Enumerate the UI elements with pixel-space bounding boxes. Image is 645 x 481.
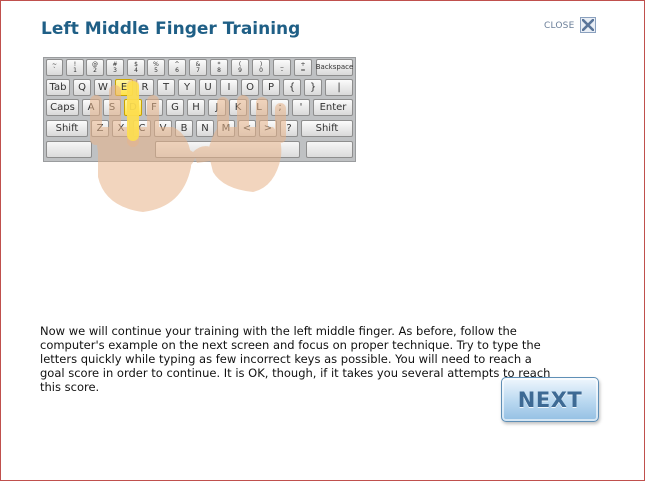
key-o: O (241, 79, 259, 96)
key-m: M (217, 120, 235, 137)
key-r: R (136, 79, 154, 96)
key-minus: _ - (273, 59, 291, 76)
key-1: ! 1 (66, 59, 84, 76)
key-slash: ? (280, 120, 298, 137)
key-d-highlighted: D (124, 99, 142, 116)
key-right-brace: } (304, 79, 322, 96)
close-button[interactable]: CLOSE (544, 17, 597, 33)
key-comma: < (238, 120, 256, 137)
page-title: Left Middle Finger Training (41, 19, 301, 39)
key-enter: Enter (313, 99, 353, 116)
close-icon[interactable] (580, 17, 597, 33)
key-n: N (196, 120, 214, 137)
key-backtick: ~ ` (46, 59, 63, 76)
key-k: K (229, 99, 247, 116)
key-j: J (208, 99, 226, 116)
key-shift-right: Shift (301, 120, 353, 137)
key-shift-left: Shift (46, 120, 88, 137)
key-s: S (103, 99, 121, 116)
key-8: * 8 (210, 59, 228, 76)
key-g: G (166, 99, 184, 116)
key-5: % 5 (147, 59, 165, 76)
key-l: L (250, 99, 268, 116)
key-6: ^ 6 (168, 59, 186, 76)
key-u: U (199, 79, 217, 96)
key-9: (9 (231, 59, 249, 76)
key-tab: Tab (46, 79, 70, 96)
instructions-text: Now we will continue your training with … (40, 324, 551, 394)
key-quote: ' (292, 99, 310, 116)
next-button[interactable]: NEXT (501, 377, 599, 422)
key-pipe: | (325, 79, 353, 96)
keyboard-illustration: ~ ` ! 1 @2 #3 $4 % 5 ^ 6 & 7 * 8 (9 ) 0 _ - + = B… (43, 57, 356, 217)
key-e-highlighted: E (115, 79, 133, 96)
key-ctrl-right (306, 141, 353, 158)
key-c: C (133, 120, 151, 137)
key-7: & 7 (189, 59, 207, 76)
key-4: $4 (127, 59, 145, 76)
key-equals: + = (294, 59, 312, 76)
key-2: @2 (86, 59, 104, 76)
close-label: CLOSE (544, 21, 575, 31)
key-backspace: Backspace (316, 59, 353, 76)
key-caps: Caps (46, 99, 79, 116)
key-0: ) 0 (252, 59, 270, 76)
key-3: #3 (106, 59, 124, 76)
key-v: V (154, 120, 172, 137)
key-spacebar (155, 141, 300, 158)
key-a: A (82, 99, 100, 116)
key-i: I (220, 79, 238, 96)
training-dialog: Left Middle Finger Training CLOSE ~ ` ! 1 … (0, 0, 645, 481)
next-button-label: NEXT (517, 387, 583, 412)
key-z: Z (91, 120, 109, 137)
key-y: Y (178, 79, 196, 96)
key-x: X (112, 120, 130, 137)
key-left-brace: { (283, 79, 301, 96)
key-ctrl-left (46, 141, 92, 158)
key-f: F (145, 99, 163, 116)
key-p: P (262, 79, 280, 96)
key-b: B (175, 120, 193, 137)
key-q: Q (73, 79, 91, 96)
key-h: H (187, 99, 205, 116)
key-period: > (259, 120, 277, 137)
key-t: T (157, 79, 175, 96)
key-semicolon: ; (271, 99, 289, 116)
key-w: W (94, 79, 112, 96)
